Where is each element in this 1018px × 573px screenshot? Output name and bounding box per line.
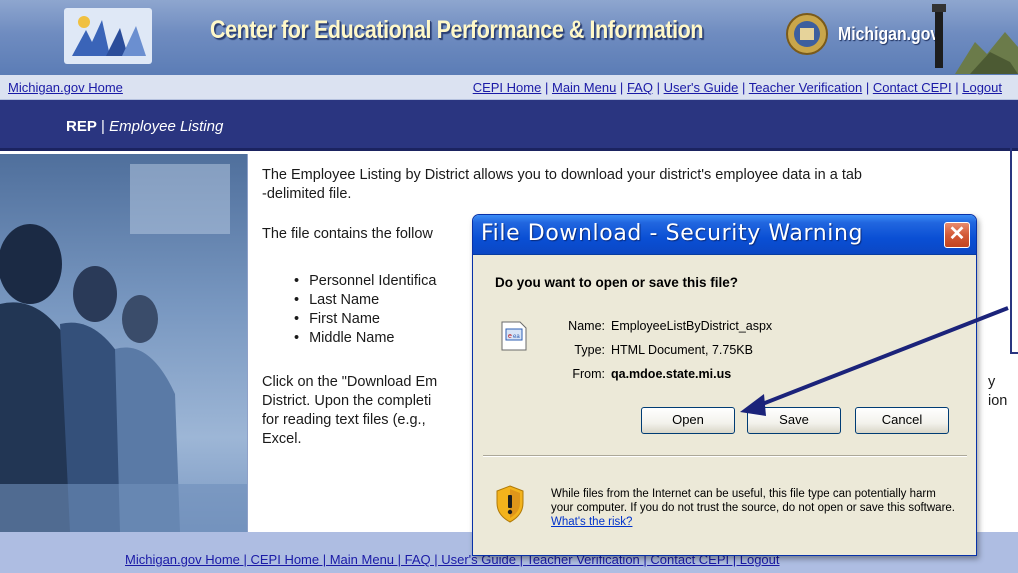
top-nav-links: CEPI Home | Main Menu | FAQ | User's Gui… [473, 80, 1002, 95]
download-instructions-line-2: District. Upon the completi [262, 393, 432, 409]
svg-text:e: e [508, 333, 512, 340]
file-name-label: Name: [568, 319, 605, 333]
file-contents-label: The file contains the follow [262, 226, 433, 242]
site-title: Center for Educational Performance & Inf… [210, 16, 704, 44]
intro-line-1: The Employee Listing by District allows … [262, 167, 862, 183]
file-source-value: qa.mdoe.state.mi.us [611, 367, 732, 381]
site-banner: Center for Educational Performance & Inf… [0, 0, 1018, 74]
nav-teacher-verification-link[interactable]: Teacher Verification [749, 80, 862, 95]
file-type-label: Type: [574, 343, 605, 357]
app-name: REP [66, 118, 97, 135]
nav-separator: | [619, 80, 624, 95]
nav-faq-link[interactable]: FAQ [627, 80, 653, 95]
field-list-item: First Name [294, 310, 436, 329]
whats-the-risk-link[interactable]: What's the risk? [551, 516, 632, 528]
file-type-value: HTML Document, 7.75KB [611, 343, 753, 357]
lighthouse-icon [932, 4, 1018, 74]
save-button[interactable]: Save [747, 407, 841, 434]
security-warning-text: While files from the Internet can be use… [551, 487, 961, 529]
page-title: REP | Employee Listing [66, 118, 223, 135]
download-instructions-line-4: Excel. [262, 431, 302, 447]
intro-line-2: -delimited file. [262, 186, 352, 202]
michigan-seal-icon [786, 13, 828, 55]
dialog-title: File Download - Security Warning [481, 221, 864, 246]
dialog-question: Do you want to open or save this file? [495, 275, 739, 290]
file-name-field: Name: EmployeeListByDistrict_aspx [531, 319, 772, 333]
nav-logout-link[interactable]: Logout [962, 80, 1002, 95]
cancel-button[interactable]: Cancel [855, 407, 949, 434]
svg-text:ea: ea [513, 334, 520, 340]
file-type-field: Type: HTML Document, 7.75KB [531, 343, 753, 357]
cepi-logo-icon [64, 8, 152, 64]
field-list-item: Last Name [294, 291, 436, 310]
nav-cepi-home-link[interactable]: CEPI Home [473, 80, 542, 95]
nav-separator: | [955, 80, 959, 95]
nav-separator: | [656, 80, 660, 95]
open-button[interactable]: Open [641, 407, 735, 434]
close-icon[interactable]: ✕ [944, 222, 970, 248]
shield-warning-icon [496, 485, 524, 523]
nav-main-menu-link[interactable]: Main Menu [552, 80, 616, 95]
dialog-divider [483, 455, 967, 457]
title-separator: | [101, 118, 105, 135]
nav-contact-cepi-link[interactable]: Contact CEPI [873, 80, 952, 95]
field-list-item: Middle Name [294, 329, 436, 348]
download-instructions-line-3: for reading text files (e.g., [262, 412, 426, 428]
html-file-icon: e ea [501, 321, 527, 351]
section-header: REP | Employee Listing [0, 100, 1018, 151]
students-photo [0, 154, 247, 532]
download-instructions-line-1: Click on the "Download Em [262, 374, 438, 390]
field-list-item: Personnel Identifica [294, 272, 436, 291]
nav-separator: | [544, 80, 549, 95]
nav-separator: | [865, 80, 870, 95]
warning-message: While files from the Internet can be use… [551, 488, 955, 514]
dialog-titlebar[interactable]: File Download - Security Warning ✕ [473, 215, 976, 255]
page-name: Employee Listing [109, 118, 224, 135]
download-instructions-line-1-end: y [988, 374, 996, 390]
nav-users-guide-link[interactable]: User's Guide [664, 80, 739, 95]
field-list: Personnel Identifica Last Name First Nam… [294, 272, 436, 348]
file-name-value: EmployeeListByDistrict_aspx [611, 319, 773, 333]
annotation-bracket [1010, 126, 1018, 354]
top-nav: Michigan.gov Home CEPI Home | Main Menu … [0, 74, 1018, 100]
download-instructions-line-2-end: ion [988, 393, 1008, 409]
file-source-label: From: [572, 367, 605, 381]
nav-separator: | [741, 80, 746, 95]
file-download-dialog: File Download - Security Warning ✕ Do yo… [472, 214, 977, 556]
michigan-gov-home-link[interactable]: Michigan.gov Home [8, 80, 123, 95]
file-source-field: From: qa.mdoe.state.mi.us [531, 367, 731, 381]
